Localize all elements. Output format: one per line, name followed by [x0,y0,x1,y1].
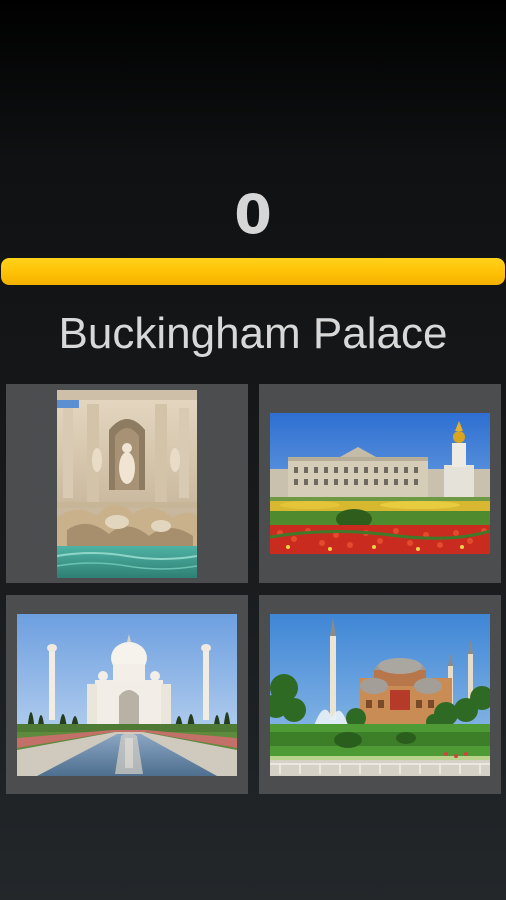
answer-tile-1[interactable] [6,384,248,583]
timer-progress-bar [1,258,505,285]
timer-progress-fill [1,258,505,285]
taj-mahal-photo [17,614,237,776]
answer-tile-2[interactable] [259,384,501,583]
answer-tile-3[interactable] [6,595,248,794]
score-counter: 0 [234,183,272,246]
question-label: Buckingham Palace [58,309,448,358]
answer-tile-4[interactable] [259,595,501,794]
hagia-sophia-photo [270,614,490,776]
buckingham-palace-photo [270,413,490,554]
trevi-fountain-photo [57,390,197,578]
